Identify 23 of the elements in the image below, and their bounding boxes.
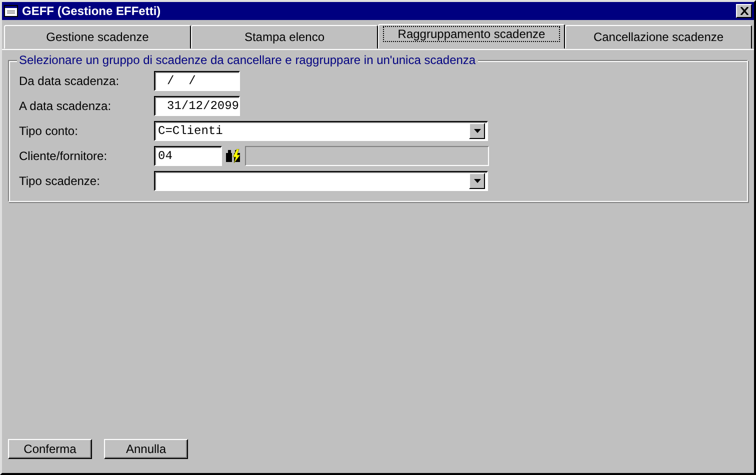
dialog-button[interactable]: Annulla [104,439,188,459]
dialog-button[interactable]: Conferma [8,439,92,459]
field-label: Tipo scadenze: [19,174,101,188]
tab[interactable]: Raggruppamento scadenze [378,24,565,49]
group-title: Selezionare un gruppo di scadenze da cancellare e raggruppare in un'unica scadenza [17,53,478,67]
tab[interactable]: Cancellazione scadenze [565,25,752,49]
tab[interactable]: Gestione scadenze [4,25,191,49]
close-button[interactable] [736,4,752,18]
close-icon [740,7,748,15]
date-field[interactable]: / / [154,71,240,91]
field-label: Cliente/fornitore: [19,149,108,163]
dropdown-arrow-icon [474,179,480,183]
tab[interactable]: Stampa elenco [191,25,378,49]
window-title: GEFF (Gestione EFFetti) [22,4,162,18]
field-label: A data scadenza: [19,99,112,113]
input-field[interactable]: 04 [154,146,222,166]
dropdown[interactable] [154,171,488,191]
dropdown[interactable]: C=Clienti [154,121,488,141]
field-label: Da data scadenza: [19,74,120,88]
binoculars-icon[interactable] [225,149,243,163]
field-label: Tipo conto: [19,124,79,138]
dropdown-arrow-icon [474,129,480,133]
date-field[interactable]: 31/12/2099 [154,96,240,116]
